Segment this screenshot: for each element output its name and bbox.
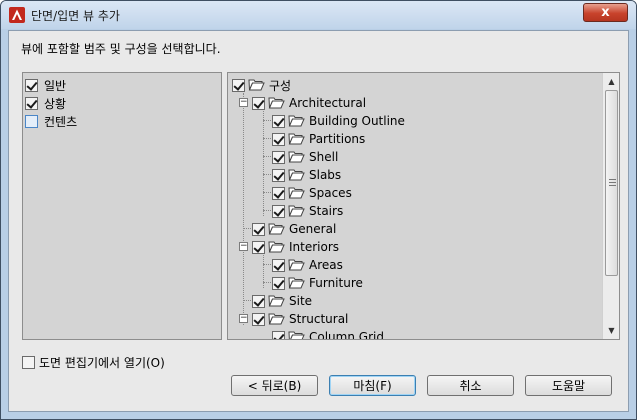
- title-bar[interactable]: 단면/입면 뷰 추가 x: [1, 1, 636, 29]
- tree-connector: [243, 93, 244, 325]
- checkbox[interactable]: [252, 312, 265, 326]
- finish-button[interactable]: 마침(F): [329, 375, 416, 396]
- checkbox[interactable]: [272, 150, 285, 164]
- checkbox[interactable]: [252, 222, 265, 236]
- grip-line: [609, 179, 616, 180]
- tree-node-shell[interactable]: Shell: [272, 148, 338, 166]
- checkbox[interactable]: [252, 294, 265, 308]
- tree-node-label: Spaces: [309, 186, 352, 200]
- grip-line: [609, 185, 616, 186]
- tree-node-stairs[interactable]: Stairs: [272, 202, 343, 220]
- tree-node-label: Partitions: [309, 132, 366, 146]
- open-in-drawing-editor-option[interactable]: 도면 편집기에서 열기(O): [22, 354, 165, 371]
- window-title: 단면/입면 뷰 추가: [31, 9, 120, 23]
- tree-connector: [263, 255, 264, 288]
- open-folder-icon: [288, 205, 305, 217]
- checkbox[interactable]: [22, 356, 35, 369]
- list-item-label: 컨텐츠: [44, 114, 78, 129]
- checkbox[interactable]: [272, 258, 285, 272]
- grip-line: [609, 182, 616, 183]
- close-icon: x: [601, 5, 610, 20]
- tree-node-partitions[interactable]: Partitions: [272, 130, 365, 148]
- tree-node-general[interactable]: General: [252, 220, 336, 238]
- tree-node-label: Structural: [289, 312, 349, 326]
- close-button[interactable]: x: [583, 3, 628, 22]
- tree-node-label: Stairs: [309, 204, 344, 218]
- checkbox-label: 도면 편집기에서 열기(O): [39, 356, 165, 370]
- configuration-tree: − − − 구성 Architectural Building Outline: [227, 72, 620, 340]
- open-folder-icon: [288, 331, 305, 339]
- tree-node-label: Site: [289, 294, 313, 308]
- tree-node-architectural[interactable]: Architectural: [252, 94, 366, 112]
- checkbox[interactable]: [272, 186, 285, 200]
- checkbox[interactable]: [272, 168, 285, 182]
- collapse-structural-toggle[interactable]: −: [239, 314, 248, 323]
- cancel-button[interactable]: 취소: [427, 375, 514, 396]
- checkbox[interactable]: [272, 330, 285, 339]
- checkbox[interactable]: [232, 78, 245, 92]
- open-folder-icon: [288, 187, 305, 199]
- open-folder-icon: [288, 277, 305, 289]
- scroll-down-arrow-icon[interactable]: ▼: [603, 322, 619, 339]
- checkbox[interactable]: [272, 204, 285, 218]
- list-item-context[interactable]: 상황: [25, 94, 66, 112]
- list-item-contents[interactable]: 컨텐츠: [25, 112, 77, 130]
- open-folder-icon: [268, 97, 285, 109]
- open-folder-icon: [268, 295, 285, 307]
- scroll-up-arrow-icon[interactable]: ▲: [603, 73, 619, 90]
- open-folder-icon: [248, 79, 265, 91]
- tree-node-label: Shell: [309, 150, 339, 164]
- tree-node-slabs[interactable]: Slabs: [272, 166, 341, 184]
- tree-node-column-grid[interactable]: Column Grid: [272, 328, 384, 340]
- tree-node-building-outline[interactable]: Building Outline: [272, 112, 405, 130]
- open-folder-icon: [288, 133, 305, 145]
- open-folder-icon: [268, 313, 285, 325]
- list-item-label: 일반: [44, 78, 67, 93]
- open-folder-icon: [268, 223, 285, 235]
- tree-node-spaces[interactable]: Spaces: [272, 184, 352, 202]
- tree-node-site[interactable]: Site: [252, 292, 312, 310]
- tree-node-label: General: [289, 222, 337, 236]
- checkbox[interactable]: [252, 96, 265, 110]
- tree-node-label: 구성: [269, 78, 292, 93]
- dialog-body: 뷰에 포함할 범주 및 구성을 선택합니다. 일반 상황 컨텐츠 − − − 구…: [8, 30, 629, 412]
- open-folder-icon: [288, 169, 305, 181]
- open-folder-icon: [268, 241, 285, 253]
- help-button[interactable]: 도움말: [525, 375, 612, 396]
- back-button[interactable]: < 뒤로(B): [231, 375, 318, 396]
- checkbox[interactable]: [272, 132, 285, 146]
- checkbox[interactable]: [25, 114, 38, 128]
- tree-node-label: Architectural: [289, 96, 367, 110]
- tree-node-label: Building Outline: [309, 114, 405, 128]
- dialog-window: 단면/입면 뷰 추가 x 뷰에 포함할 범주 및 구성을 선택합니다. 일반 상…: [0, 0, 637, 420]
- open-folder-icon: [288, 115, 305, 127]
- collapse-interiors-toggle[interactable]: −: [239, 242, 248, 251]
- checkbox[interactable]: [25, 96, 38, 110]
- list-item-label: 상황: [44, 96, 67, 111]
- checkbox[interactable]: [272, 276, 285, 290]
- tree-node-label: Column Grid: [309, 330, 384, 340]
- tree-connector: [263, 111, 264, 216]
- tree-node-label: Interiors: [289, 240, 340, 254]
- tree-node-structural[interactable]: Structural: [252, 310, 348, 328]
- tree-node-areas[interactable]: Areas: [272, 256, 343, 274]
- open-folder-icon: [288, 151, 305, 163]
- collapse-architectural-toggle[interactable]: −: [239, 98, 248, 107]
- category-list: 일반 상황 컨텐츠: [22, 72, 222, 340]
- tree-node-label: Furniture: [309, 276, 363, 290]
- vertical-scrollbar[interactable]: ▲ ▼: [602, 73, 619, 339]
- list-item-general[interactable]: 일반: [25, 76, 66, 94]
- tree-node-label: Slabs: [309, 168, 342, 182]
- checkbox[interactable]: [272, 114, 285, 128]
- tree-node-root[interactable]: 구성: [232, 76, 291, 94]
- open-folder-icon: [288, 259, 305, 271]
- tree-node-label: Areas: [309, 258, 343, 272]
- checkbox[interactable]: [25, 78, 38, 92]
- tree-node-furniture[interactable]: Furniture: [272, 274, 363, 292]
- instruction-text: 뷰에 포함할 범주 및 구성을 선택합니다.: [21, 42, 221, 56]
- tree-node-interiors[interactable]: Interiors: [252, 238, 339, 256]
- autocad-logo-icon: [9, 7, 25, 23]
- scroll-thumb[interactable]: [605, 90, 618, 276]
- checkbox[interactable]: [252, 240, 265, 254]
